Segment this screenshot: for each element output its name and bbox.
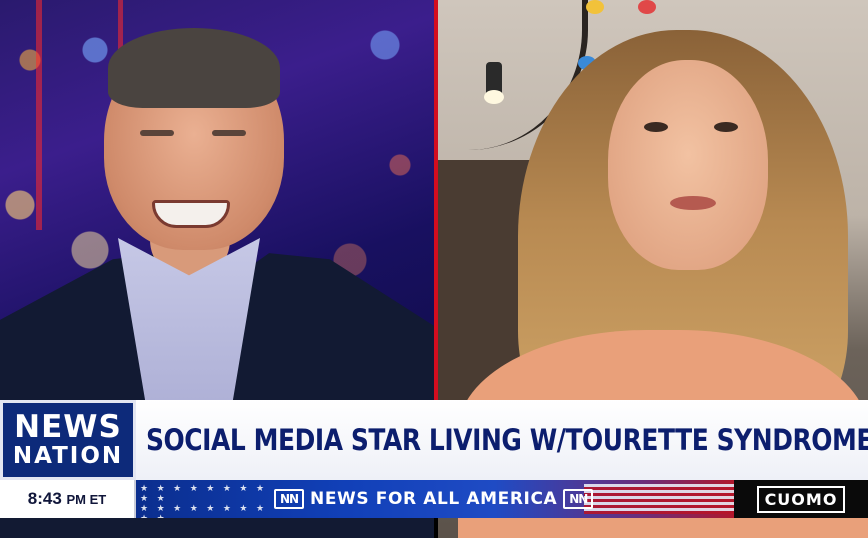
- wall-dot: [586, 0, 604, 14]
- ticker-content: NN NEWS FOR ALL AMERICA NN: [274, 480, 594, 518]
- show-name-label: CUOMO: [756, 485, 846, 513]
- host-brow: [212, 130, 246, 136]
- headline-text: SOCIAL MEDIA STAR LIVING W/TOURETTE SYND…: [146, 423, 868, 457]
- host-brow: [140, 130, 174, 136]
- ticker-bar: ★ ★ ★ ★ ★ ★ ★ ★ ★ ★★ ★ ★ ★ ★ ★ ★ ★ ★ ★★ …: [136, 480, 734, 518]
- light-bulb: [484, 90, 504, 104]
- stars-decoration: ★ ★ ★ ★ ★ ★ ★ ★ ★ ★★ ★ ★ ★ ★ ★ ★ ★ ★ ★★ …: [140, 483, 268, 518]
- guest-face: [608, 60, 768, 270]
- guest-eye: [644, 122, 668, 132]
- guest-mouth: [670, 196, 716, 210]
- nn-logo-icon: NN: [563, 489, 594, 509]
- ticker-tagline: NEWS FOR ALL AMERICA: [310, 489, 558, 509]
- logo-word-news: NEWS: [14, 409, 122, 445]
- nn-logo-icon: NN: [274, 489, 304, 509]
- lower-third-chyron: NEWS NATION SOCIAL MEDIA STAR LIVING W/T…: [0, 400, 868, 518]
- logo-word-nation: NATION: [12, 443, 124, 469]
- wall-dot: [638, 0, 656, 14]
- show-name-box: CUOMO: [734, 480, 868, 518]
- host-hair: [108, 28, 280, 108]
- clock-box: 8:43 PM ET: [0, 480, 136, 518]
- newsnation-logo: NEWS NATION: [0, 400, 136, 480]
- guest-eye: [714, 122, 738, 132]
- host-smile: [152, 200, 230, 228]
- clock-display: 8:43 PM ET: [28, 489, 107, 509]
- flag-stripes-decoration: [584, 484, 734, 514]
- headline-bar: SOCIAL MEDIA STAR LIVING W/TOURETTE SYND…: [136, 400, 868, 480]
- background-neon-light: [36, 0, 42, 230]
- clock-time: 8:43: [27, 489, 62, 508]
- clock-meridiem: PM ET: [66, 492, 107, 507]
